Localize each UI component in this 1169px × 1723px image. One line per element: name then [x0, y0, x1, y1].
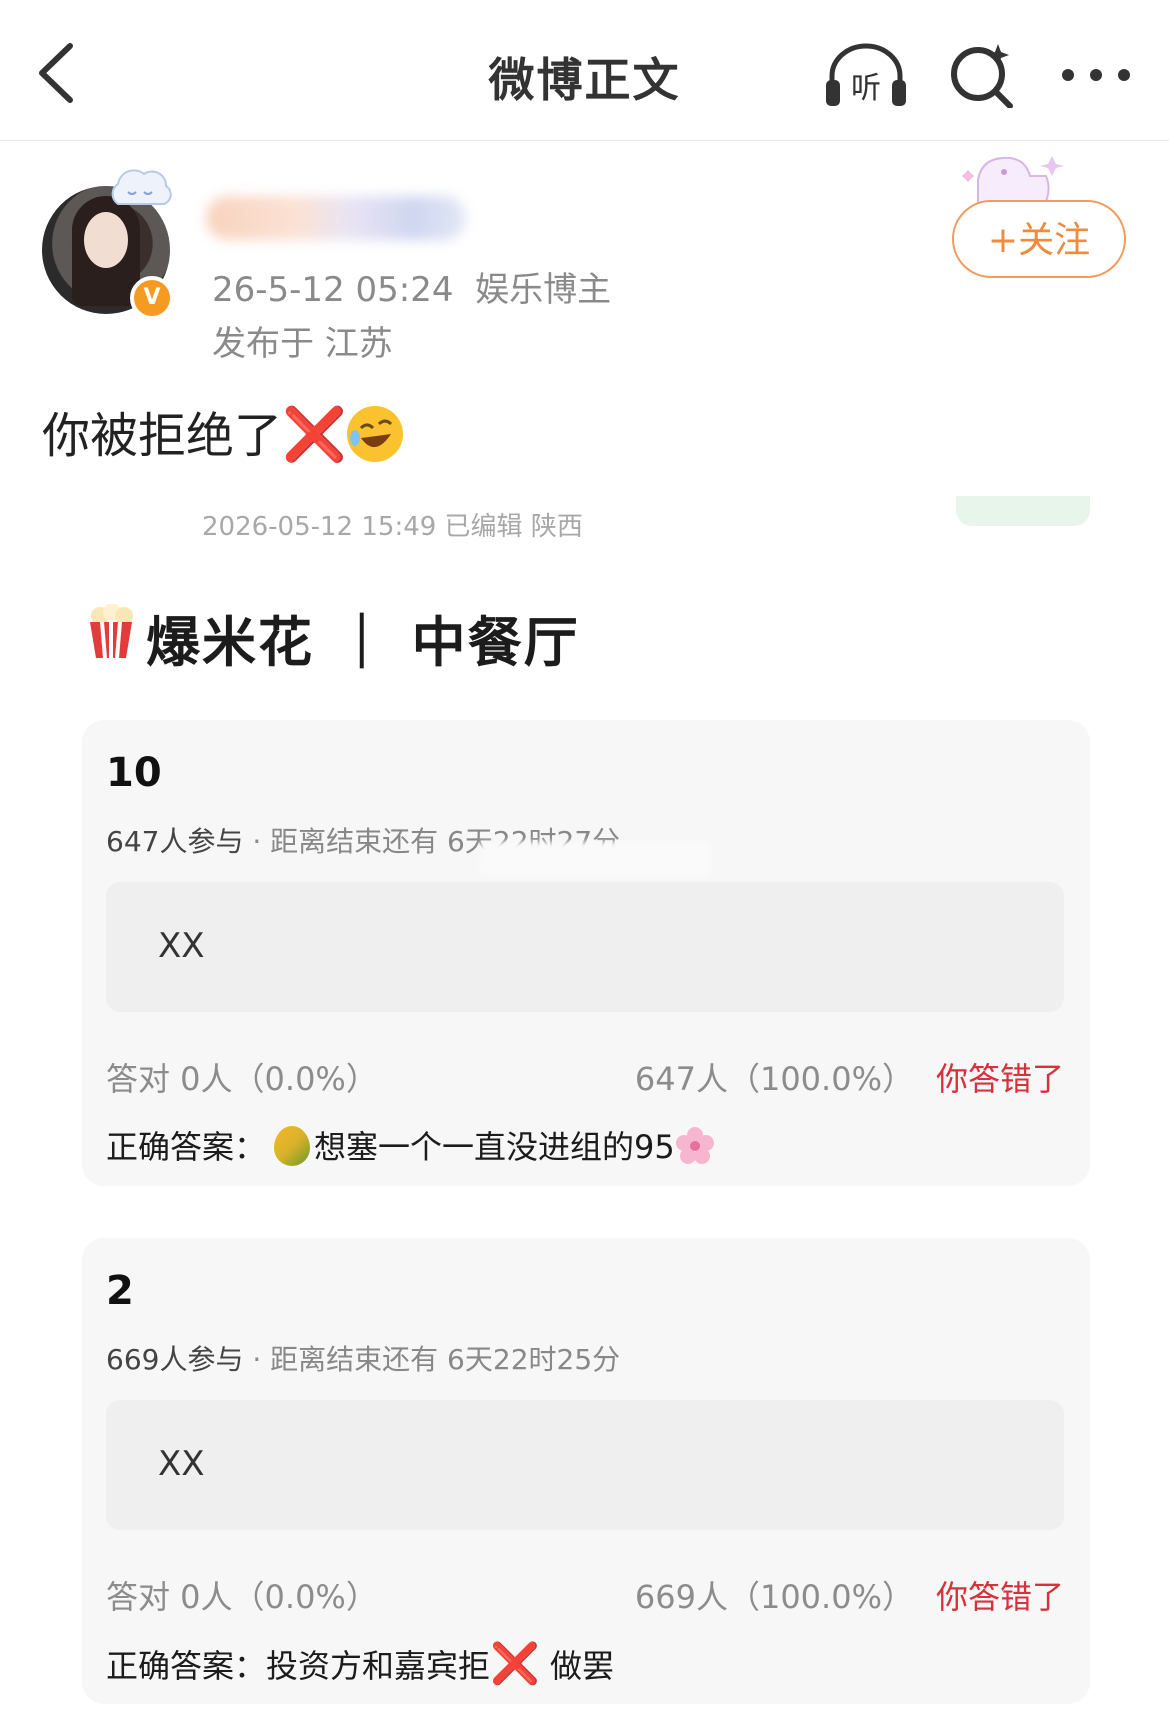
- wrong-stat-row: 647人（100.0%） 你答错了: [635, 1054, 1064, 1100]
- correct-stat: 答对 0人（0.0%）: [106, 1060, 378, 1098]
- answer-label: 正确答案：: [106, 1647, 267, 1685]
- wrong-stat-row: 669人（100.0%） 你答错了: [635, 1572, 1064, 1618]
- quiz-option-label: XX: [158, 1444, 205, 1484]
- top-bar: 微博正文 听: [0, 0, 1169, 141]
- quiz-card: 2 669人参与 · 距离结束还有 6天22时25分 XX 答对 0人（0.0%…: [82, 1238, 1090, 1704]
- quiz-option-label: XX: [158, 926, 205, 966]
- author-name-blurred[interactable]: [206, 196, 466, 240]
- quiz-title: 2: [106, 1268, 134, 1314]
- quiz-meta: 669人参与 · 距离结束还有 6天22时25分: [106, 1338, 620, 1378]
- quiz-participants: 669人参与: [106, 1343, 244, 1376]
- more-options-icon[interactable]: [1060, 50, 1132, 100]
- quiz-option[interactable]: XX: [106, 1400, 1064, 1530]
- quiz-option[interactable]: XX: [106, 882, 1064, 1012]
- post-text-content: 你被拒绝了: [42, 408, 283, 464]
- post-timestamp: 26-5-12 05:24: [212, 270, 454, 310]
- wrong-stat: 669人（100.0%）: [634, 1578, 914, 1616]
- follow-button[interactable]: +关注: [952, 200, 1126, 278]
- section-title: 爆米花 ｜ 中餐厅: [146, 611, 580, 674]
- cross-mark-emoji: ❌: [490, 1641, 540, 1687]
- cross-mark-emoji: ❌: [282, 405, 347, 465]
- search-icon[interactable]: [948, 40, 1014, 108]
- wrong-stat: 647人（100.0%）: [634, 1060, 914, 1098]
- listen-label: 听: [851, 71, 881, 106]
- verified-badge-icon: V: [130, 276, 174, 320]
- post-meta: 26-5-12 05:24 娱乐博主: [212, 262, 611, 311]
- popcorn-icon: [90, 604, 133, 658]
- laughing-emoji-icon: [346, 406, 403, 462]
- answer-label: 正确答案：: [106, 1128, 267, 1166]
- cherry-blossom-icon: [675, 1127, 714, 1164]
- answer-text-part2: 做罢: [539, 1647, 615, 1685]
- quiz-title: 10: [106, 750, 162, 796]
- correct-stat: 答对 0人（0.0%）: [106, 1578, 378, 1616]
- quiz-participants: 647人参与: [106, 825, 244, 858]
- answer-text: 想塞一个一直没进组的95: [314, 1128, 675, 1166]
- embedded-follow-fragment: [956, 496, 1090, 526]
- result-label: 你答错了: [935, 1060, 1064, 1098]
- embedded-meta: 2026-05-12 15:49 已编辑 陕西: [202, 512, 583, 542]
- correct-answer: 正确答案：投资方和嘉宾拒❌ 做罢: [106, 1640, 614, 1687]
- correct-answer: 正确答案： 想塞一个一直没进组的95: [106, 1122, 715, 1168]
- result-label: 你答错了: [935, 1578, 1064, 1616]
- mango-emoji-icon: [274, 1126, 311, 1166]
- blurred-overlay: [480, 842, 710, 876]
- quiz-card: 10 647人参与 · 距离结束还有 6天22时27分 XX 答对 0人（0.0…: [82, 720, 1090, 1186]
- post-location: 发布于 江苏: [212, 324, 393, 364]
- cloud-decoration-icon: [111, 169, 172, 205]
- listen-headphone-icon[interactable]: 听: [824, 42, 908, 108]
- unicorn-decoration-icon: [962, 156, 1064, 207]
- quiz-countdown: · 距离结束还有 6天22时25分: [252, 1343, 621, 1376]
- author-tag: 娱乐博主: [475, 270, 612, 310]
- answer-text-part1: 投资方和嘉宾拒: [266, 1647, 491, 1685]
- post-text: 你被拒绝了❌: [42, 396, 403, 466]
